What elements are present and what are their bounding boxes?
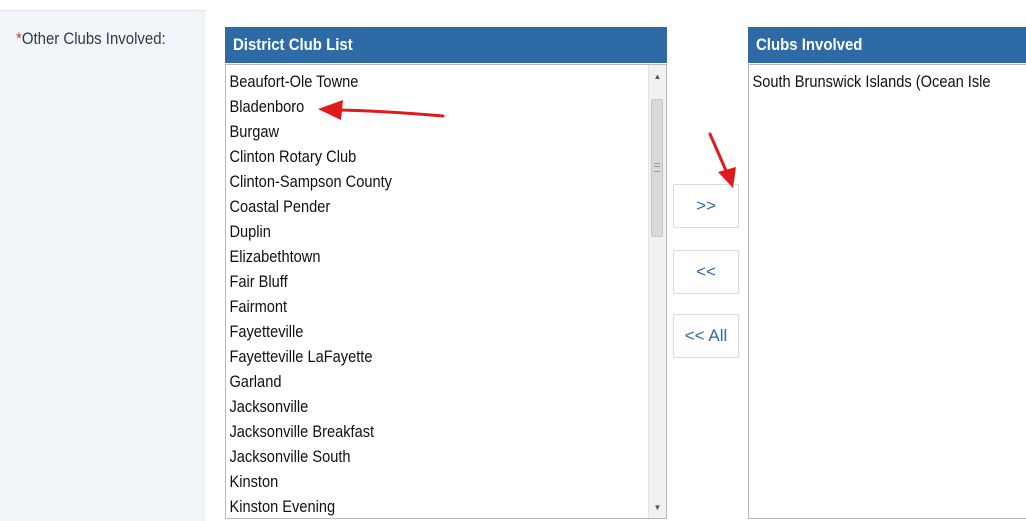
district-items: Beaufort-Ole Towne Bladenboro Burgaw Clinto…: [226, 65, 666, 518]
district-club-option[interactable]: Fairmont: [226, 294, 604, 319]
district-club-option[interactable]: Fayetteville LaFayette: [226, 344, 604, 369]
district-club-option[interactable]: Elizabethtown: [226, 244, 604, 269]
district-club-option[interactable]: Beaufort-Ole Towne: [226, 69, 604, 94]
district-club-option[interactable]: Burgaw: [226, 119, 604, 144]
district-club-option[interactable]: Bladenboro: [226, 94, 604, 119]
clubs-involved-listbox[interactable]: South Brunswick Islands (Ocean Isle: [748, 64, 1026, 519]
district-club-option[interactable]: Duplin: [226, 219, 604, 244]
district-list-scrollbar[interactable]: ▲ ▼: [648, 65, 666, 518]
remove-all-button[interactable]: << All: [673, 314, 739, 358]
scroll-down-icon[interactable]: ▼: [649, 499, 666, 516]
district-club-option[interactable]: Clinton-Sampson County: [226, 169, 604, 194]
scroll-thumb-grip-icon: [654, 163, 660, 172]
district-list-header-text: District Club List: [233, 35, 353, 54]
district-club-option[interactable]: Kinston Evening: [226, 494, 604, 518]
district-club-option[interactable]: Jacksonville Breakfast: [226, 419, 604, 444]
involved-list-header: Clubs Involved: [748, 27, 1026, 63]
scroll-up-icon[interactable]: ▲: [649, 68, 666, 85]
district-club-option[interactable]: Jacksonville: [226, 394, 604, 419]
involved-list-header-text: Clubs Involved: [756, 35, 863, 54]
district-club-option[interactable]: Fair Bluff: [226, 269, 604, 294]
district-club-listbox[interactable]: Beaufort-Ole Towne Bladenboro Burgaw Clinto…: [225, 64, 667, 519]
scroll-thumb[interactable]: [651, 99, 663, 237]
involved-club-option[interactable]: South Brunswick Islands (Ocean Isle: [749, 69, 990, 94]
district-club-option[interactable]: Coastal Pender: [226, 194, 604, 219]
add-selected-button[interactable]: >>: [673, 184, 739, 228]
label-column: *Other Clubs Involved:: [0, 10, 206, 521]
remove-selected-button[interactable]: <<: [673, 250, 739, 294]
district-club-option[interactable]: Garland: [226, 369, 604, 394]
page: *Other Clubs Involved: District Club Lis…: [0, 0, 1026, 521]
district-club-option[interactable]: Clinton Rotary Club: [226, 144, 604, 169]
field-label: *Other Clubs Involved:: [16, 29, 166, 49]
arrow-to-add-button-icon: [708, 132, 736, 188]
district-club-option[interactable]: Fayetteville: [226, 319, 604, 344]
district-list-header: District Club List: [225, 27, 667, 63]
district-club-option[interactable]: Jacksonville South: [226, 444, 604, 469]
district-club-option[interactable]: Kinston: [226, 469, 604, 494]
involved-items: South Brunswick Islands (Ocean Isle: [749, 65, 1026, 94]
field-label-text: Other Clubs Involved:: [21, 29, 166, 48]
